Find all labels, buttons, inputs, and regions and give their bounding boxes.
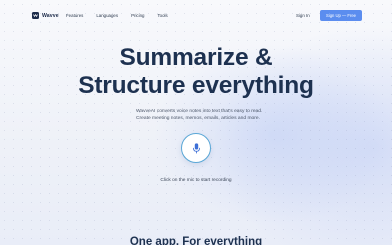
hero-description: WavveAI converts voice notes into text t… xyxy=(136,109,263,121)
nav-item-features[interactable]: Features xyxy=(66,13,83,18)
sign-up-button[interactable]: Sign Up — Free xyxy=(320,10,362,21)
nav-item-tools[interactable]: Tools xyxy=(157,13,167,18)
top-nav-bar: Wavve Features Languages Pricing Tools S… xyxy=(0,0,392,32)
brand-logo[interactable]: Wavve xyxy=(32,12,59,19)
headline-line-2: Structure everything xyxy=(78,72,314,99)
nav-item-languages[interactable]: Languages xyxy=(96,13,118,18)
record-mic-button[interactable] xyxy=(181,133,211,163)
section-title: One app. For everything xyxy=(129,236,263,245)
brand-name: Wavve xyxy=(42,12,59,19)
sign-in-link[interactable]: Sign In xyxy=(296,13,310,18)
dot-pattern xyxy=(0,0,392,245)
wave-logo-icon xyxy=(32,12,39,19)
hero-headline: Summarize & Structure everything xyxy=(0,44,392,100)
headline-line-1: Summarize & xyxy=(119,44,273,71)
main-nav: Features Languages Pricing Tools xyxy=(66,13,181,18)
nav-item-pricing[interactable]: Pricing xyxy=(131,13,144,18)
mic-caption: Click on the mic to start recording xyxy=(160,178,232,183)
microphone-icon xyxy=(192,142,200,153)
